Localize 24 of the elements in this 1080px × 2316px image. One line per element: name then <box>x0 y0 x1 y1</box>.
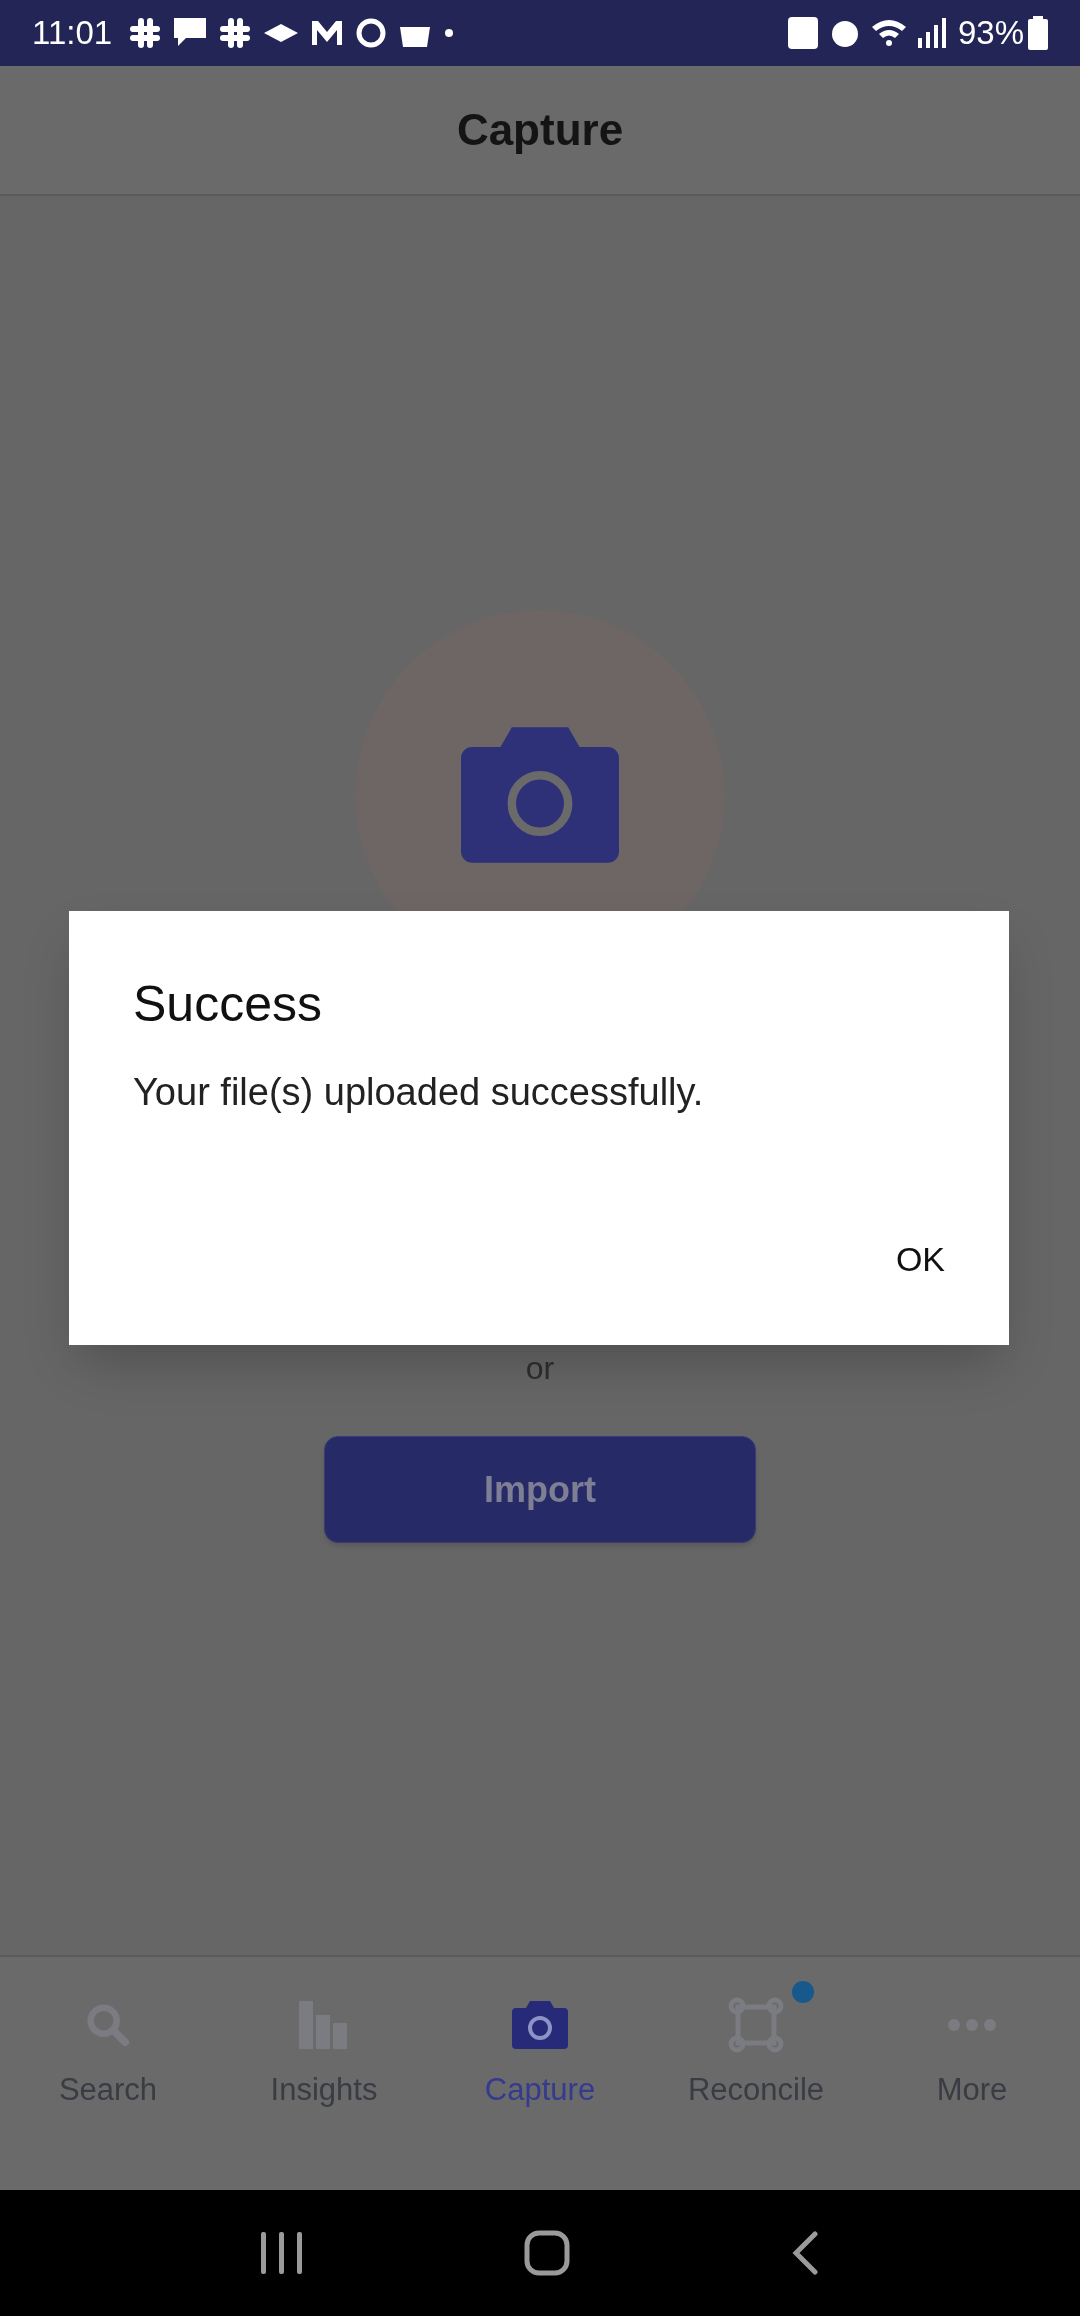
camera-icon <box>461 726 619 864</box>
bar-chart-icon <box>299 2001 349 2049</box>
mail-icon <box>312 21 343 45</box>
ring-icon <box>356 18 387 48</box>
recent-apps-icon[interactable] <box>260 2232 303 2274</box>
dialog-title: Success <box>133 975 323 1034</box>
ok-button[interactable]: OK <box>875 1226 965 1293</box>
home-icon[interactable] <box>524 2230 570 2276</box>
wifi-icon <box>871 19 906 47</box>
more-icon <box>947 2018 997 2032</box>
battery-percentage: 93% <box>957 13 1024 54</box>
message-icon <box>174 18 207 48</box>
dialog-message: Your file(s) uploaded successfully. <box>133 1069 705 1115</box>
import-button[interactable]: Import <box>324 1436 756 1543</box>
back-icon[interactable] <box>791 2231 820 2275</box>
dot-icon <box>444 28 455 38</box>
status-time: 11:01 <box>32 13 113 54</box>
battery-icon <box>1028 16 1048 50</box>
vector-square-icon <box>728 1997 784 2053</box>
hashtag-app-icon <box>220 18 251 48</box>
signal-icon <box>917 18 946 48</box>
camera-icon <box>512 2001 568 2049</box>
hashtag-app-icon <box>130 18 161 48</box>
page-title: Capture <box>456 104 624 156</box>
